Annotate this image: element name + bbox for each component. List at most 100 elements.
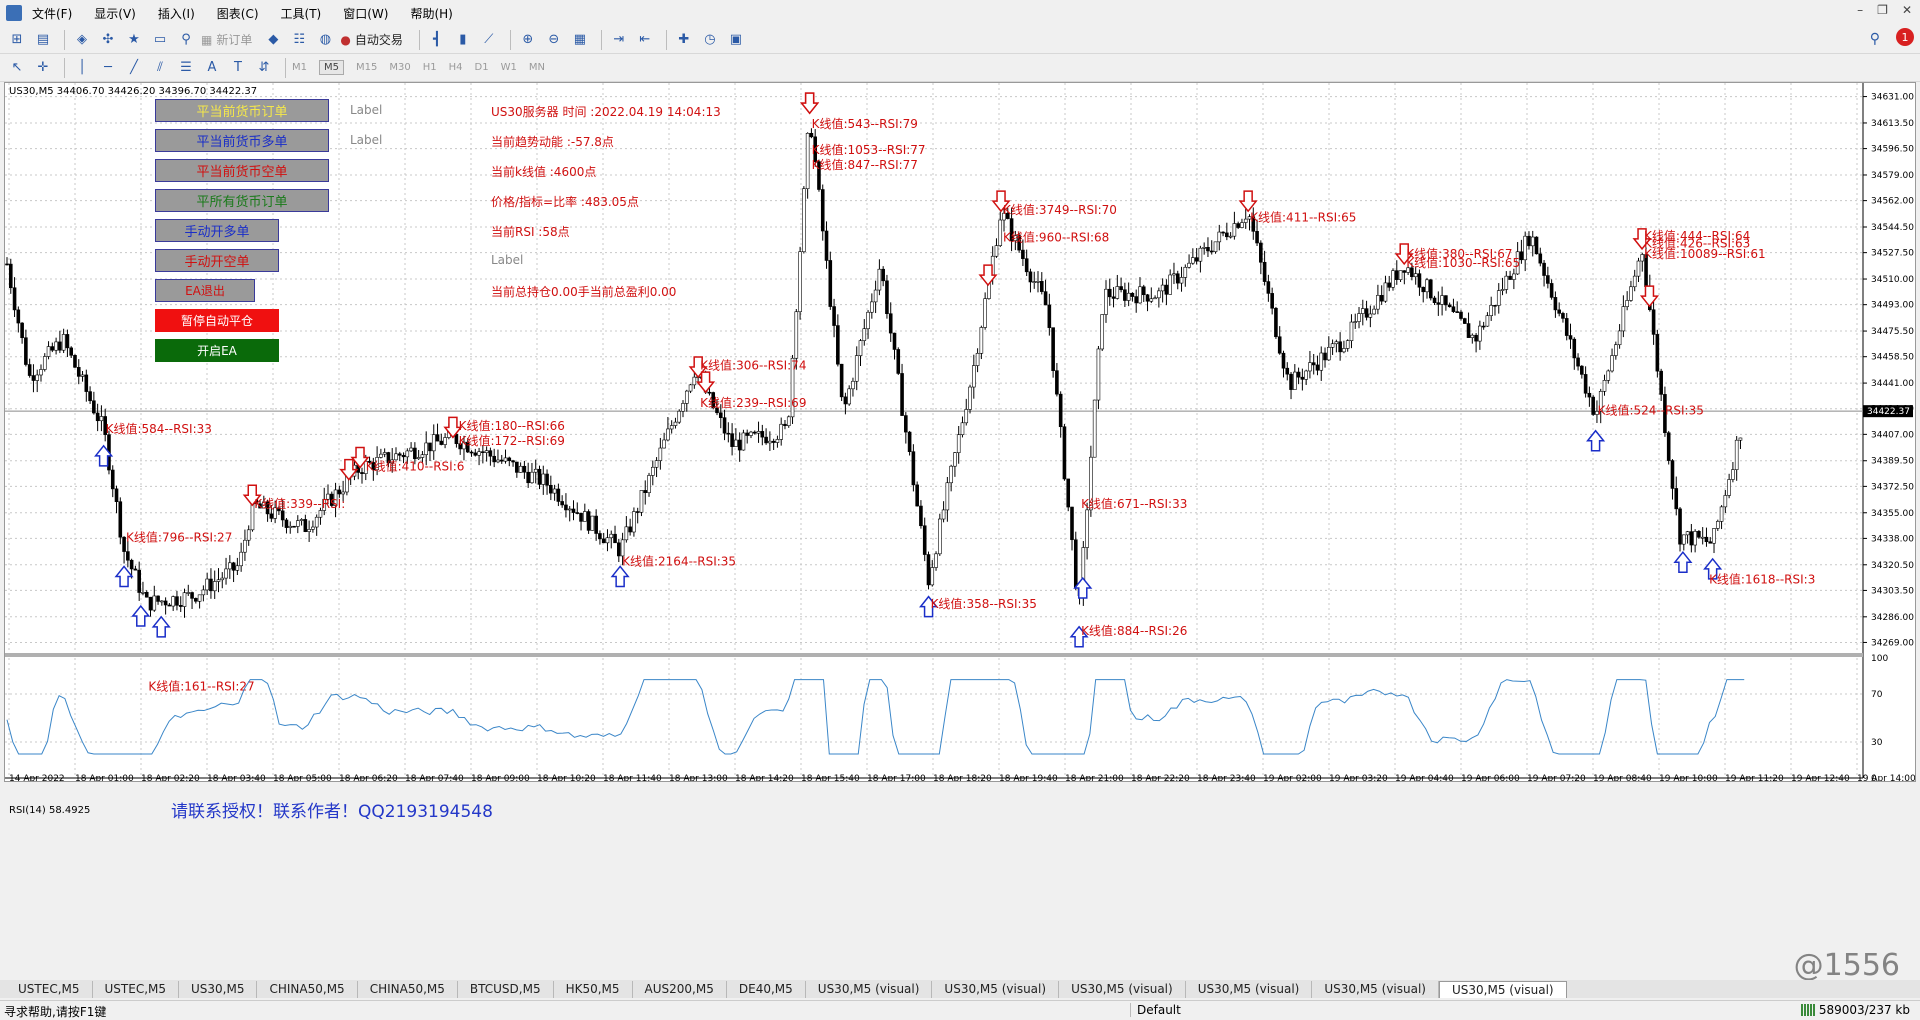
candle-body	[1319, 352, 1324, 371]
manual-buy-button[interactable]: 手动开多单	[155, 219, 279, 242]
market-watch-icon[interactable]: ◈	[71, 29, 93, 51]
chart-tab[interactable]: US30,M5 (visual)	[932, 981, 1060, 998]
candlestick-icon[interactable]: ▮	[452, 29, 474, 51]
time-tick-label: 19 Apr 14:00	[1857, 774, 1915, 781]
manual-sell-button[interactable]: 手动开空单	[155, 249, 279, 272]
autoscroll-icon[interactable]: ⇤	[634, 29, 656, 51]
tester-icon[interactable]: ⚲	[175, 29, 197, 51]
timeframe-h1[interactable]: H1	[423, 62, 437, 73]
profiles-icon[interactable]: ▤	[32, 29, 54, 51]
chart-tab[interactable]: HK50,M5	[554, 981, 633, 998]
candle-body	[960, 422, 965, 436]
chart-tab[interactable]: BTCUSD,M5	[458, 981, 554, 998]
menu-view[interactable]: 显示(V)	[94, 5, 136, 22]
fibonacci-icon[interactable]: ☰	[175, 57, 197, 79]
timeframe-h4[interactable]: H4	[449, 62, 463, 73]
close-current-orders-button[interactable]: 平当前货币订单	[155, 99, 329, 122]
chart-tab[interactable]: US30,M5 (visual)	[1059, 981, 1186, 998]
timeframe-m5[interactable]: M5	[319, 60, 344, 75]
restore-icon[interactable]: ❐	[1877, 3, 1888, 17]
zoom-out-icon[interactable]: ⊖	[543, 29, 565, 51]
navigator-icon[interactable]: ★	[123, 29, 145, 51]
terminal-icon[interactable]: ▭	[149, 29, 171, 51]
horizontal-line-icon[interactable]: ─	[97, 57, 119, 79]
timeframe-m15[interactable]: M15	[356, 62, 377, 73]
candle-body	[201, 589, 206, 596]
tile-windows-icon[interactable]: ▦	[569, 29, 591, 51]
menu-insert[interactable]: 插入(I)	[158, 5, 195, 22]
price-tick-label: 34407.00	[1871, 430, 1914, 440]
metaeditor-icon[interactable]: ◆	[262, 29, 284, 51]
cursor-icon[interactable]: ↖	[6, 57, 28, 79]
minimize-icon[interactable]: –	[1857, 3, 1863, 17]
line-chart-icon[interactable]: ⟋	[478, 29, 500, 51]
bar-chart-icon[interactable]: ┫	[426, 29, 448, 51]
candle-body	[662, 439, 666, 449]
search-icon[interactable]: ⚲	[1870, 31, 1880, 47]
chart-tab[interactable]: AUS200,M5	[633, 981, 727, 998]
panel-separator[interactable]	[5, 653, 1863, 657]
ea-exit-button[interactable]: EA退出	[155, 279, 255, 302]
start-ea-button[interactable]: 开启EA	[155, 339, 279, 362]
close-all-orders-button[interactable]: 平所有货币订单	[155, 189, 329, 212]
chart-tab[interactable]: CHINA50,M5	[257, 981, 358, 998]
vertical-line-icon[interactable]: │	[71, 57, 93, 79]
signal-annotation: K线值:172--RSI:69	[459, 433, 565, 448]
trendline-icon[interactable]: ╱	[123, 57, 145, 79]
chart-tab[interactable]: US30,M5 (visual)	[1438, 981, 1567, 998]
timeframe-w1[interactable]: W1	[501, 62, 517, 73]
candle-body	[1527, 235, 1531, 247]
menu-file[interactable]: 文件(F)	[32, 5, 72, 22]
candle-body	[877, 268, 882, 291]
periods-icon[interactable]: ◷	[699, 29, 721, 51]
chart-tab[interactable]: CHINA50,M5	[358, 981, 458, 998]
candle-body	[1107, 288, 1112, 298]
signal-annotation: K线值:10089--RSI:61	[1644, 246, 1766, 261]
timeframe-m1[interactable]: M1	[292, 62, 307, 73]
candle-body	[1364, 308, 1369, 318]
menu-chart[interactable]: 图表(C)	[217, 5, 259, 22]
chart-tab[interactable]: USTEC,M5	[93, 981, 179, 998]
connection-icon	[1800, 1004, 1815, 1016]
new-chart-icon[interactable]: ⊞	[6, 29, 28, 51]
candle-body	[1519, 251, 1524, 261]
pause-auto-close-button[interactable]: 暂停自动平仓	[155, 309, 279, 332]
auto-trading-button[interactable]: ● 自动交易	[340, 31, 403, 48]
candle-body	[1451, 306, 1456, 312]
new-order-button[interactable]: ▦ 新订单	[201, 31, 252, 48]
text-icon[interactable]: A	[201, 57, 223, 79]
close-current-sell-button[interactable]: 平当前货币空单	[155, 159, 329, 182]
globe-icon[interactable]: ◍	[314, 29, 336, 51]
signals-icon[interactable]: ☷	[288, 29, 310, 51]
chart-window[interactable]: 34631.00 34613.50 34596.50 34579.00 34562.00…	[4, 82, 1916, 822]
candle-body	[707, 391, 712, 394]
channel-icon[interactable]: ⫽	[149, 57, 171, 79]
menu-help[interactable]: 帮助(H)	[410, 5, 452, 22]
chart-tab[interactable]: USTEC,M5	[6, 981, 93, 998]
candle-body	[1327, 346, 1331, 361]
price-chart[interactable]: 34631.00 34613.50 34596.50 34579.00 34562.00…	[5, 83, 1915, 781]
timeframe-d1[interactable]: D1	[475, 62, 489, 73]
data-window-icon[interactable]: ✣	[97, 29, 119, 51]
crosshair-icon[interactable]: ✛	[32, 57, 54, 79]
zoom-in-icon[interactable]: ⊕	[517, 29, 539, 51]
notification-badge[interactable]: 1	[1896, 28, 1914, 46]
chart-tab[interactable]: DE40,M5	[727, 981, 806, 998]
candle-body	[1542, 262, 1546, 276]
templates-icon[interactable]: ▣	[725, 29, 747, 51]
menu-tools[interactable]: 工具(T)	[281, 5, 322, 22]
indicators-icon[interactable]: ✚	[673, 29, 695, 51]
timeframe-mn[interactable]: MN	[529, 62, 545, 73]
timeframe-m30[interactable]: M30	[389, 62, 410, 73]
chart-tab[interactable]: US30,M5 (visual)	[1312, 981, 1439, 998]
arrows-icon[interactable]: ⇵	[253, 57, 275, 79]
chart-shift-icon[interactable]: ⇥	[608, 29, 630, 51]
menu-window[interactable]: 窗口(W)	[343, 5, 388, 22]
candle-body	[749, 431, 753, 436]
chart-tab[interactable]: US30,M5 (visual)	[806, 981, 933, 998]
chart-tab[interactable]: US30,M5	[179, 981, 258, 998]
close-current-buy-button[interactable]: 平当前货币多单	[155, 129, 329, 152]
close-icon[interactable]: ✕	[1902, 3, 1912, 17]
chart-tab[interactable]: US30,M5 (visual)	[1186, 981, 1313, 998]
label-icon[interactable]: T	[227, 57, 249, 79]
